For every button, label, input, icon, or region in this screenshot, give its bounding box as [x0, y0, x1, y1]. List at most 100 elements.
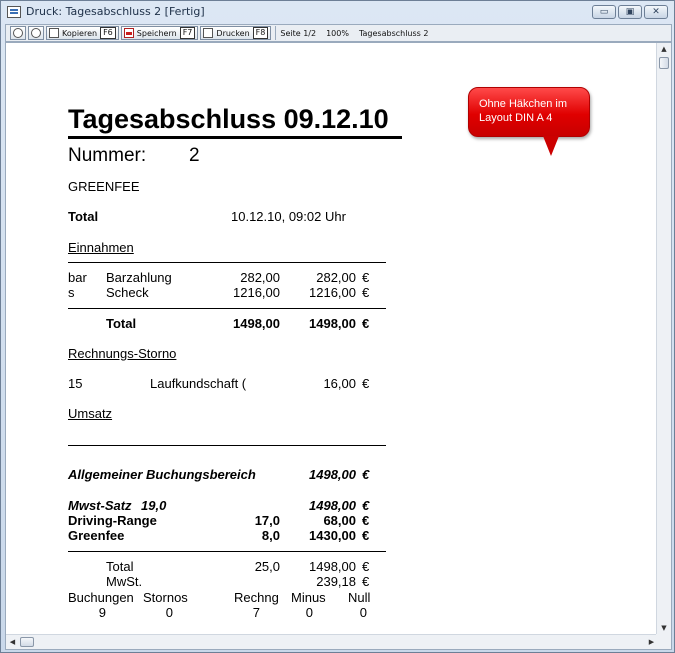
- close-button[interactable]: ✕: [644, 5, 668, 19]
- annotation-callout: Ohne Häkchen im Layout DIN A 4: [468, 87, 590, 137]
- stats-value-stornos: 0: [165, 605, 173, 620]
- window-title: Druck: Tagesabschluss 2 [Fertig]: [26, 5, 205, 18]
- summary-total-amount: 1498,00: [309, 559, 356, 574]
- number-value: 2: [189, 145, 200, 166]
- app-icon: [7, 6, 21, 18]
- currency: €: [362, 467, 370, 482]
- scroll-up-icon[interactable]: ▲: [657, 43, 671, 56]
- payment-code: s: [68, 285, 75, 300]
- zoom-level: 100%: [326, 28, 349, 38]
- horizontal-scrollbar[interactable]: ◀ ▶: [6, 634, 658, 649]
- zoom-out-button[interactable]: [28, 26, 44, 40]
- title-underline: [68, 136, 402, 139]
- income-total-amount: 1498,00: [233, 316, 280, 331]
- currency: €: [362, 285, 370, 300]
- print-shortcut: F8: [252, 27, 269, 39]
- item-amount: 68,00: [323, 513, 356, 528]
- maximize-button[interactable]: ▣: [618, 5, 642, 19]
- save-button[interactable]: Speichern F7: [120, 26, 199, 40]
- payment-name: Barzahlung: [106, 270, 172, 285]
- horizontal-scroll-thumb[interactable]: [20, 637, 34, 647]
- section-storno: Rechnungs-Storno: [68, 346, 177, 361]
- print-preview-window: Druck: Tagesabschluss 2 [Fertig] ▭ ▣ ✕ K…: [0, 0, 675, 653]
- payment-code: bar: [68, 270, 87, 285]
- storno-name: Laufkundschaft (: [150, 376, 247, 391]
- currency: €: [362, 559, 370, 574]
- general-area-label: Allgemeiner Buchungsbereich: [68, 467, 256, 482]
- document-name: Tagesabschluss 2: [358, 28, 429, 38]
- stats-value-bookings: 9: [98, 605, 106, 620]
- summary-total-label: Total: [106, 559, 134, 574]
- summary-vat-label: MwSt.: [106, 574, 143, 589]
- callout-pointer: [543, 136, 559, 156]
- save-label: Speichern: [136, 28, 177, 38]
- currency: €: [362, 316, 370, 331]
- item-qty: 17,0: [254, 513, 280, 528]
- printer-icon: [203, 28, 214, 38]
- vat-label: Mwst-Satz: [68, 498, 132, 513]
- currency: €: [362, 376, 370, 391]
- vertical-scrollbar[interactable]: ▲ ▼: [656, 43, 671, 635]
- copy-icon: [49, 28, 59, 38]
- currency: €: [362, 528, 370, 543]
- page-indicator: Seite 1/2: [280, 28, 317, 38]
- callout-line: Ohne Häkchen im: [479, 98, 568, 110]
- stats-header-invoices: Rechng: [234, 590, 279, 605]
- stats-value-invoices: 7: [252, 605, 260, 620]
- copy-shortcut: F6: [100, 27, 116, 39]
- stats-value-minus: 0: [305, 605, 313, 620]
- summary-total-qty: 25,0: [254, 559, 280, 574]
- number-label: Nummer:: [68, 145, 147, 166]
- item-name: Driving-Range: [68, 513, 157, 528]
- stats-header-minus: Minus: [291, 590, 326, 605]
- payment-amount: 282,00: [240, 270, 280, 285]
- payment-total: 282,00: [316, 270, 356, 285]
- payment-total: 1216,00: [309, 285, 356, 300]
- pdf-icon: [123, 28, 134, 38]
- stats-header-stornos: Stornos: [143, 590, 188, 605]
- general-area-value: 1498,00: [309, 467, 356, 482]
- divider: [68, 445, 386, 446]
- zoom-in-icon: [13, 28, 23, 38]
- divider: [68, 262, 386, 263]
- copy-label: Kopieren: [62, 28, 98, 38]
- toolbar-separator: [275, 26, 277, 40]
- vat-value: 1498,00: [309, 498, 356, 513]
- item-qty: 8,0: [261, 528, 280, 543]
- title-bar[interactable]: Druck: Tagesabschluss 2 [Fertig] ▭ ▣ ✕: [1, 1, 674, 23]
- category-label: GREENFEE: [68, 179, 140, 194]
- toolbar: Kopieren F6 Speichern F7 Drucken F8 Seit…: [5, 24, 672, 42]
- callout-line: Layout DIN A 4: [479, 112, 553, 124]
- currency: €: [362, 574, 370, 589]
- item-name: Greenfee: [68, 528, 125, 543]
- print-button[interactable]: Drucken F8: [200, 26, 272, 40]
- stats-header-null: Null: [348, 590, 371, 605]
- income-total-sum: 1498,00: [309, 316, 356, 331]
- currency: €: [362, 270, 370, 285]
- item-amount: 1430,00: [309, 528, 356, 543]
- stats-value-null: 0: [359, 605, 367, 620]
- total-label: Total: [68, 209, 99, 224]
- minimize-button[interactable]: ▭: [592, 5, 616, 19]
- section-umsatz: Umsatz: [68, 406, 113, 421]
- vertical-scroll-thumb[interactable]: [659, 57, 669, 69]
- storno-number: 15: [68, 376, 83, 391]
- preview-viewport[interactable]: Tagesabschluss 09.12.10 Nummer: 2 GREENF…: [5, 42, 672, 650]
- divider: [68, 551, 386, 552]
- scroll-left-icon[interactable]: ◀: [6, 635, 19, 649]
- storno-amount: 16,00: [323, 376, 356, 391]
- section-income: Einnahmen: [68, 240, 134, 255]
- payment-amount: 1216,00: [233, 285, 280, 300]
- vat-rate: 19,0: [141, 498, 167, 513]
- scrollbar-corner: [656, 634, 671, 649]
- summary-vat-amount: 239,18: [316, 574, 356, 589]
- payment-name: Scheck: [106, 285, 149, 300]
- divider: [68, 308, 386, 309]
- income-total-label: Total: [106, 316, 137, 331]
- zoom-out-icon: [31, 28, 41, 38]
- save-shortcut: F7: [179, 27, 196, 39]
- currency: €: [362, 513, 370, 528]
- report-title: Tagesabschluss 09.12.10: [68, 104, 389, 134]
- zoom-in-button[interactable]: [10, 26, 26, 40]
- copy-button[interactable]: Kopieren F6: [46, 26, 119, 40]
